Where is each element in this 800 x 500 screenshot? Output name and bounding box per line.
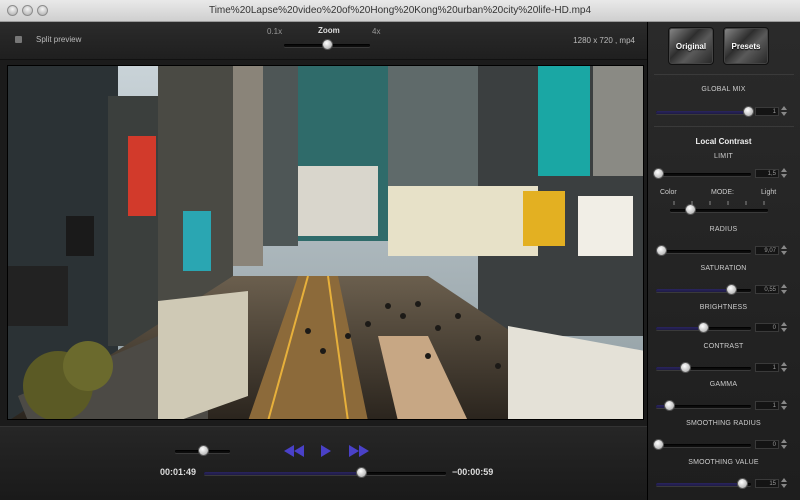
fast-forward-icon[interactable] xyxy=(348,443,370,459)
brightness-slider[interactable] xyxy=(656,322,751,334)
rewind-icon[interactable] xyxy=(283,443,305,459)
global-mix-label: GLOBAL MIX xyxy=(701,86,746,93)
radius-label: RADIUS xyxy=(709,226,738,233)
mode-label: MODE: xyxy=(711,189,734,196)
split-preview-checkbox[interactable] xyxy=(15,36,22,43)
mode-light-label: Light xyxy=(761,189,777,196)
remaining-time: −00:00:59 xyxy=(452,467,494,477)
zoom-max-label: 4x xyxy=(372,27,381,36)
smoothing-radius-stepper[interactable] xyxy=(781,439,787,449)
zoom-label: Zoom xyxy=(318,26,340,35)
global-mix-slider[interactable] xyxy=(656,106,755,118)
saturation-stepper[interactable] xyxy=(781,284,787,294)
adjustments-sidebar xyxy=(647,22,800,500)
zoom-slider-thumb[interactable] xyxy=(322,39,333,50)
smoothing-value-thumb[interactable] xyxy=(736,478,748,489)
saturation-value[interactable]: 0,55 xyxy=(755,285,779,294)
saturation-label: SATURATION xyxy=(700,265,747,272)
saturation-thumb[interactable] xyxy=(726,284,738,295)
brightness-label: BRIGHTNESS xyxy=(699,304,748,311)
brightness-thumb[interactable] xyxy=(697,322,709,333)
smoothing-radius-slider[interactable] xyxy=(652,439,751,451)
smoothing-value-label: SMOOTHING VALUE xyxy=(688,459,759,466)
limit-thumb[interactable] xyxy=(652,168,664,179)
limit-slider[interactable] xyxy=(652,168,751,180)
split-preview-label: Split preview xyxy=(36,35,82,44)
contrast-stepper[interactable] xyxy=(781,362,787,372)
global-mix-value[interactable]: 1 xyxy=(755,107,779,116)
radius-value[interactable]: 9,07 xyxy=(755,246,779,255)
limit-label: LIMIT xyxy=(714,153,733,160)
original-button[interactable]: Original xyxy=(668,27,714,65)
gamma-label: GAMMA xyxy=(709,381,738,388)
volume-slider[interactable] xyxy=(175,445,230,457)
brightness-value[interactable]: 0 xyxy=(755,323,779,332)
gamma-thumb[interactable] xyxy=(664,400,676,411)
gamma-stepper[interactable] xyxy=(781,400,787,410)
contrast-thumb[interactable] xyxy=(679,362,691,373)
video-preview[interactable] xyxy=(7,65,644,420)
smoothing-radius-thumb[interactable] xyxy=(652,439,664,450)
presets-button[interactable]: Presets xyxy=(723,27,769,65)
radius-stepper[interactable] xyxy=(781,245,787,255)
global-mix-stepper[interactable] xyxy=(781,106,787,116)
smoothing-value-stepper[interactable] xyxy=(781,478,787,488)
radius-thumb[interactable] xyxy=(655,245,667,256)
mode-ticks xyxy=(673,201,765,205)
play-icon[interactable] xyxy=(320,443,332,459)
title-bar: Time%20Lapse%20video%20of%20Hong%20Kong%… xyxy=(0,0,800,22)
playback-progress-thumb[interactable] xyxy=(356,467,368,478)
mode-thumb[interactable] xyxy=(684,204,696,215)
limit-value[interactable]: 1,5 xyxy=(755,169,779,178)
radius-slider[interactable] xyxy=(655,245,751,257)
zoom-slider[interactable] xyxy=(284,39,370,51)
window-title: Time%20Lapse%20video%20of%20Hong%20Kong%… xyxy=(208,5,592,16)
elapsed-time: 00:01:49 xyxy=(160,467,197,477)
volume-slider-thumb[interactable] xyxy=(197,445,209,456)
brightness-stepper[interactable] xyxy=(781,322,787,332)
smoothing-value-slider[interactable] xyxy=(656,478,751,490)
contrast-slider[interactable] xyxy=(656,362,751,374)
sidebar-divider xyxy=(654,126,794,127)
smoothing-radius-value[interactable]: 0 xyxy=(755,440,779,449)
local-contrast-title: Local Contrast xyxy=(695,137,752,146)
mode-color-label: Color xyxy=(660,189,677,196)
playback-bar xyxy=(0,426,647,500)
smoothing-radius-label: SMOOTHING RADIUS xyxy=(686,420,761,427)
preview-toolbar: Split preview 0.1x Zoom 4x 1280 x 720 , … xyxy=(0,22,647,60)
video-frame xyxy=(8,66,643,419)
contrast-label: CONTRAST xyxy=(703,343,744,350)
contrast-value[interactable]: 1 xyxy=(755,363,779,372)
smoothing-value-value[interactable]: 15 xyxy=(755,479,779,488)
resolution-label: 1280 x 720 , mp4 xyxy=(573,36,635,45)
zoom-min-label: 0.1x xyxy=(267,27,283,36)
sidebar-divider xyxy=(654,74,794,75)
limit-stepper[interactable] xyxy=(781,168,787,178)
gamma-value[interactable]: 1 xyxy=(755,401,779,410)
mode-slider[interactable] xyxy=(670,204,768,216)
gamma-slider[interactable] xyxy=(656,400,751,412)
playback-progress-slider[interactable] xyxy=(204,467,446,479)
saturation-slider[interactable] xyxy=(656,284,751,296)
